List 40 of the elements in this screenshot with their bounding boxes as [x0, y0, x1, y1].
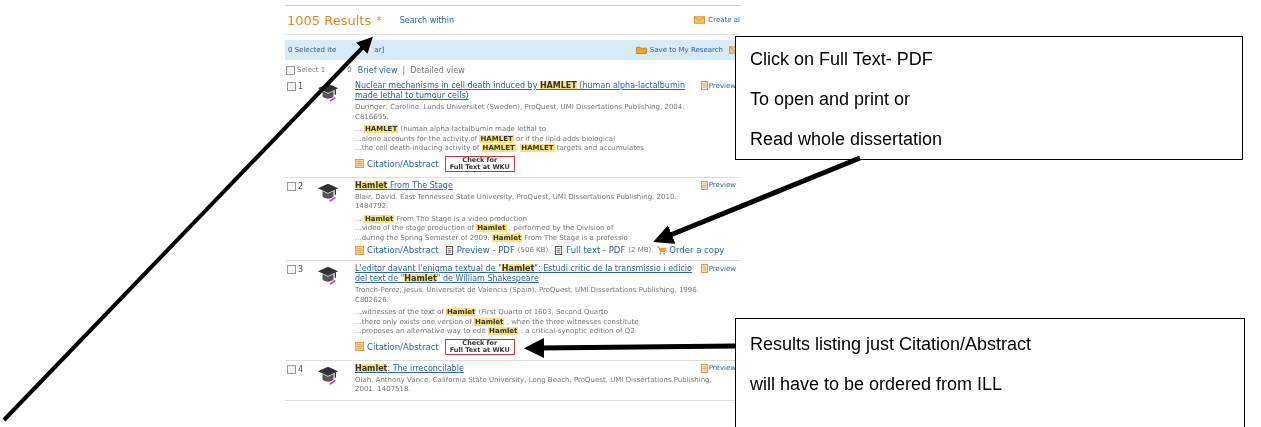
separator: | — [402, 65, 406, 75]
folder-icon — [635, 46, 647, 54]
result-number: 2 — [298, 181, 304, 191]
view-tab[interactable]: Detailed view — [410, 65, 465, 75]
callout-text: Read whole dissertation — [750, 128, 944, 151]
star-mark: * — [376, 13, 382, 27]
checkbox[interactable] — [287, 82, 296, 91]
document-icon — [355, 245, 364, 255]
document-icon — [700, 180, 708, 190]
view-tab[interactable]: Brief view — [357, 65, 398, 75]
cart-icon — [657, 245, 667, 255]
results-count: 1005 Results — [287, 12, 372, 28]
result-number: 1 — [298, 82, 304, 91]
checkbox[interactable] — [287, 265, 296, 274]
document-icon — [700, 81, 708, 90]
result-title-link[interactable]: Hamlet: The irreconcilable — [355, 363, 695, 374]
document-icon — [355, 342, 364, 351]
pdf-icon — [554, 245, 564, 255]
checkbox[interactable] — [286, 65, 295, 75]
graduation-cap-icon — [317, 264, 339, 286]
callout-text: Results listing just Citation/Abstract — [750, 333, 1033, 356]
result-title-link[interactable]: Hamlet From The Stage — [355, 180, 695, 191]
document-icon — [700, 264, 708, 273]
pdf-icon — [444, 245, 454, 255]
citation-abstract-link[interactable]: Citation/Abstract — [355, 341, 439, 352]
result-number: 3 — [298, 265, 304, 274]
checkbox[interactable] — [287, 364, 296, 374]
search-within-link[interactable]: Search within — [399, 15, 454, 25]
document-icon — [700, 363, 708, 373]
citation-abstract-link[interactable]: Citation/Abstract — [355, 245, 439, 255]
order-copy-link[interactable]: Order a copy — [657, 245, 725, 255]
callout-text: Click on Full Text- PDF — [750, 48, 934, 71]
document-icon — [355, 159, 364, 168]
checkbox[interactable] — [287, 181, 296, 191]
citation-abstract-link[interactable]: Citation/Abstract — [355, 158, 439, 169]
result-number: 4 — [298, 364, 304, 374]
envelope-icon — [694, 16, 706, 24]
result-title-link[interactable]: Nuclear mechanisms in cell death induced by HAMLET (human alpha-lactalbumin made lethal to tumour cells) — [355, 81, 695, 101]
callout-text: will have to be ordered from ILL — [750, 373, 1004, 396]
callout-text: To open and print or — [750, 88, 912, 111]
